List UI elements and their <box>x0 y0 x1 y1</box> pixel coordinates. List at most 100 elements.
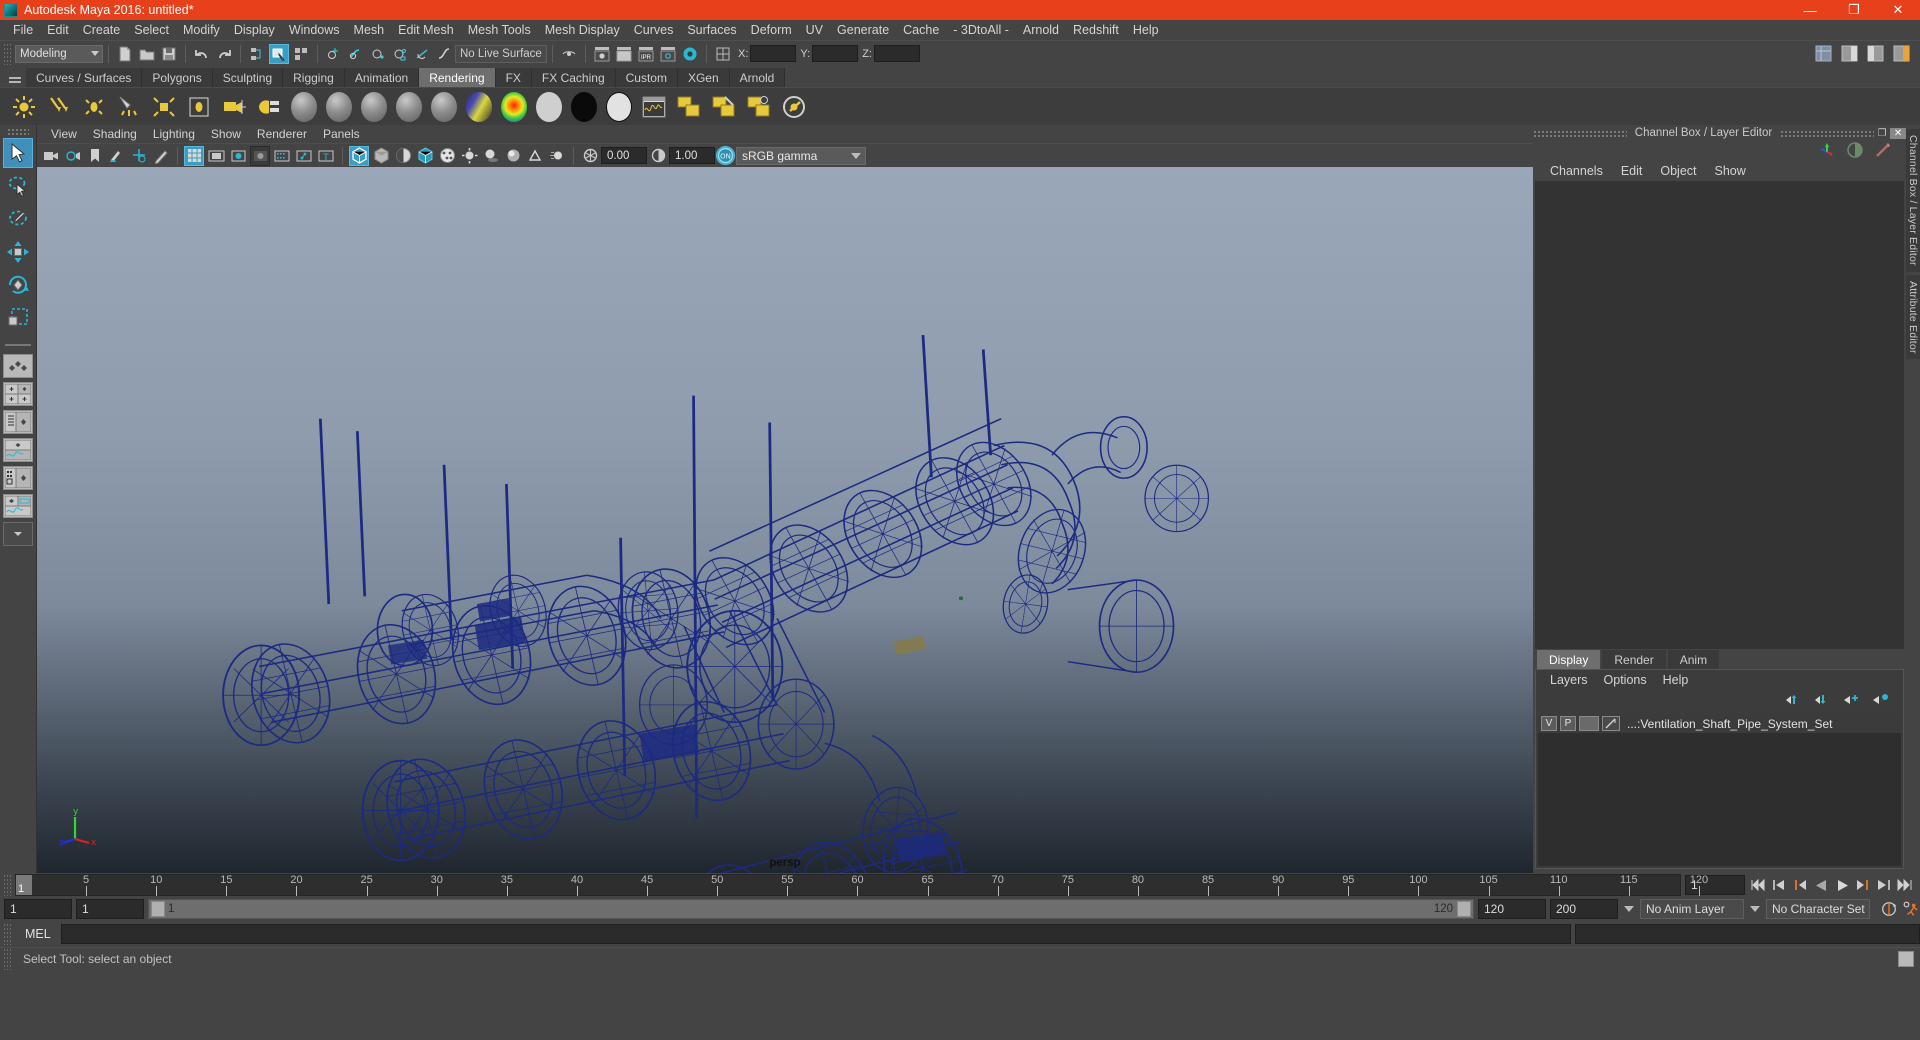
shelf-tabs[interactable]: Curves / Surfaces Polygons Sculpting Riggin… <box>0 66 1920 87</box>
maximize-button[interactable]: ❐ <box>1832 0 1876 20</box>
grid-display-icon[interactable] <box>184 145 204 166</box>
range-end-handle[interactable] <box>1457 901 1471 917</box>
two-d-pan-zoom-icon[interactable] <box>129 146 149 166</box>
shelf-tab-rendering[interactable]: Rendering <box>419 68 496 87</box>
vertical-tab-attribute-editor[interactable]: Attribute Editor <box>1906 274 1920 360</box>
layer-visibility-toggle[interactable]: V <box>1541 716 1557 731</box>
step-forward-keyframe-icon[interactable] <box>1875 876 1893 894</box>
play-forwards-icon[interactable] <box>1833 876 1851 894</box>
render-current-frame-icon[interactable] <box>614 44 634 64</box>
channel-box-menu-channels[interactable]: Channels <box>1541 164 1612 178</box>
channel-box-menu-show[interactable]: Show <box>1706 164 1755 178</box>
view-transform-toggle[interactable]: ON <box>716 146 735 165</box>
menu-item-edit[interactable]: Edit <box>40 20 76 40</box>
shelf-tab-curves-surfaces[interactable]: Curves / Surfaces <box>26 68 143 87</box>
shelf-tab-rigging[interactable]: Rigging <box>283 68 345 87</box>
shelf-tab-polygons[interactable]: Polygons <box>142 68 213 87</box>
vertical-tab-channel-box-layer-editor[interactable]: Channel Box / Layer Editor <box>1906 129 1920 272</box>
layer-row[interactable]: V P ...:Ventilation_Shaft_Pipe_System_Set <box>1538 714 1901 733</box>
hypershade-icon[interactable] <box>680 44 700 64</box>
menu-item-modify[interactable]: Modify <box>176 20 227 40</box>
range-start-field[interactable]: 1 <box>76 899 144 919</box>
blinn-material-icon[interactable] <box>323 91 355 123</box>
render-view-icon[interactable] <box>673 91 705 123</box>
menu-item-display[interactable]: Display <box>227 20 282 40</box>
hypershade-persp-layout[interactable] <box>3 466 33 490</box>
help-icon[interactable] <box>1898 950 1914 967</box>
time-slider[interactable]: 1 5 10 15 20 25 30 35 40 45 50 55 60 65 70 75 80 85 90 95 1… <box>15 874 1708 896</box>
gamma-icon[interactable] <box>648 146 668 166</box>
viewport-menu-show[interactable]: Show <box>203 127 249 141</box>
command-input-field[interactable] <box>60 924 1571 944</box>
phong-material-icon[interactable] <box>358 91 390 123</box>
layer-menu-help[interactable]: Help <box>1655 673 1697 687</box>
layer-playback-toggle[interactable]: P <box>1560 716 1576 731</box>
minimize-button[interactable]: — <box>1788 0 1832 20</box>
area-light-icon[interactable] <box>148 91 180 123</box>
menu-item-generate[interactable]: Generate <box>830 20 896 40</box>
layer-editor-menu-bar[interactable]: Layers Options Help <box>1536 670 1903 690</box>
current-time-indicator[interactable]: 1 <box>16 875 32 895</box>
exposure-field[interactable]: 0.00 <box>601 147 647 164</box>
character-set-dropdown[interactable]: No Character Set <box>1766 899 1870 919</box>
command-result-field[interactable] <box>1575 924 1920 944</box>
make-live-icon[interactable] <box>434 44 454 64</box>
ipr-render-icon[interactable]: IPR <box>636 44 656 64</box>
menu-item-3dtoall[interactable]: - 3DtoAll - <box>946 20 1016 40</box>
anim-layer-dropdown[interactable]: No Anim Layer <box>1640 899 1744 919</box>
shelf-tab-animation[interactable]: Animation <box>344 68 420 87</box>
render-current-frame-icon[interactable] <box>778 91 810 123</box>
shelf-tab-sculpting[interactable]: Sculpting <box>212 68 284 87</box>
new-scene-button[interactable] <box>115 44 135 64</box>
close-button[interactable]: ✕ <box>1876 0 1920 20</box>
right-vertical-tabs[interactable]: Channel Box / Layer Editor Attribute Edit… <box>1906 125 1920 873</box>
menu-item-windows[interactable]: Windows <box>282 20 347 40</box>
show-hide-modeling-toolkit-icon[interactable] <box>1813 44 1833 64</box>
step-back-keyframe-icon[interactable] <box>1770 876 1788 894</box>
snap-to-grid-icon[interactable] <box>324 44 344 64</box>
persp-graph-layout[interactable] <box>3 438 33 462</box>
shadows-icon[interactable] <box>481 146 501 166</box>
toolbox-grip[interactable] <box>7 128 29 135</box>
menu-item-create[interactable]: Create <box>76 20 128 40</box>
layer-list[interactable]: V P ...:Ventilation_Shaft_Pipe_System_Set <box>1538 714 1901 866</box>
coord-x-field[interactable] <box>750 45 797 62</box>
xray-active-components-icon[interactable]: T <box>316 146 336 166</box>
time-slider-grip[interactable] <box>3 874 12 896</box>
viewport-menu-shading[interactable]: Shading <box>85 127 145 141</box>
paint-select-tool[interactable] <box>3 204 33 234</box>
layout-dropdown[interactable] <box>3 522 33 546</box>
select-by-hierarchy-button[interactable] <box>247 44 267 64</box>
xray-display-icon[interactable] <box>272 146 292 166</box>
anisotropic-material-icon[interactable] <box>428 91 460 123</box>
coord-z-field[interactable] <box>873 45 920 62</box>
close-panel-button[interactable]: ✕ <box>1890 127 1907 139</box>
statusbar-grip[interactable] <box>3 42 12 65</box>
xray-joints-icon[interactable] <box>294 146 314 166</box>
ipr-render-icon[interactable] <box>743 91 775 123</box>
rotate-tool[interactable] <box>3 270 33 300</box>
render-history-icon[interactable] <box>559 44 579 64</box>
camera-attributes-icon[interactable] <box>63 146 83 166</box>
ramp-shader-icon[interactable] <box>463 91 495 123</box>
menu-item-mesh[interactable]: Mesh <box>347 20 392 40</box>
panel-grip[interactable] <box>1780 129 1875 137</box>
help-line-grip[interactable] <box>3 947 12 970</box>
shelf-icon-row[interactable] <box>0 87 1920 125</box>
menu-item-mesh-tools[interactable]: Mesh Tools <box>461 20 538 40</box>
show-hide-attribute-editor-icon[interactable] <box>1839 44 1859 64</box>
menu-item-help[interactable]: Help <box>1126 20 1166 40</box>
menu-item-redshift[interactable]: Redshift <box>1066 20 1126 40</box>
go-to-start-icon[interactable] <box>1749 876 1767 894</box>
show-hide-tool-settings-icon[interactable] <box>1865 44 1885 64</box>
new-layer-icon[interactable] <box>1843 693 1860 709</box>
hypershade-icon[interactable] <box>638 91 670 123</box>
play-backwards-icon[interactable] <box>1812 876 1830 894</box>
layer-tab-anim[interactable]: Anim <box>1667 650 1720 669</box>
command-line-grip[interactable] <box>3 923 12 945</box>
spot-light-icon[interactable] <box>113 91 145 123</box>
film-gate-icon[interactable] <box>206 146 226 166</box>
layer-color-swatch[interactable] <box>1579 716 1599 731</box>
viewport-menu-renderer[interactable]: Renderer <box>249 127 315 141</box>
snap-to-curve-icon[interactable] <box>346 44 366 64</box>
